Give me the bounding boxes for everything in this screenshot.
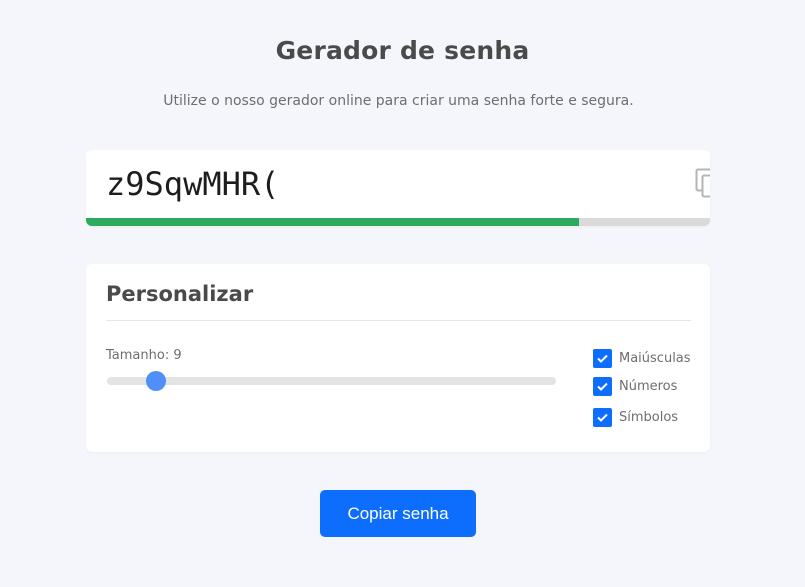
copy-icon[interactable]	[693, 166, 710, 200]
strength-bar	[86, 218, 710, 226]
copy-password-button[interactable]: Copiar senha	[320, 490, 476, 537]
option-uppercase[interactable]: Maiúsculas	[593, 348, 691, 368]
numbers-label: Números	[619, 378, 678, 394]
length-slider-thumb[interactable]	[145, 371, 166, 391]
uppercase-label: Maiúsculas	[619, 350, 691, 366]
uppercase-checkbox[interactable]	[593, 348, 612, 368]
option-symbols[interactable]: Símbolos	[593, 407, 678, 427]
numbers-checkbox[interactable]	[593, 376, 612, 396]
customize-title: Personalizar	[106, 282, 254, 306]
length-slider[interactable]	[107, 371, 556, 391]
password-card	[86, 150, 710, 226]
strength-bar-fill	[86, 218, 579, 226]
divider	[106, 320, 691, 321]
page-title: Gerador de senha	[275, 36, 530, 65]
page-subtitle: Utilize o nosso gerador online para cria…	[163, 93, 634, 109]
check-icon	[597, 354, 608, 363]
check-icon	[597, 413, 608, 422]
symbols-label: Símbolos	[619, 409, 679, 425]
customize-card: Personalizar Tamanho: 9 Maiúsculas Númer…	[86, 264, 710, 452]
length-label: Tamanho: 9	[106, 348, 182, 363]
check-icon	[597, 382, 608, 391]
password-field[interactable]	[86, 150, 566, 218]
symbols-checkbox[interactable]	[593, 407, 612, 427]
copy-icon-graphic	[695, 168, 710, 198]
option-numbers[interactable]: Números	[593, 376, 677, 396]
